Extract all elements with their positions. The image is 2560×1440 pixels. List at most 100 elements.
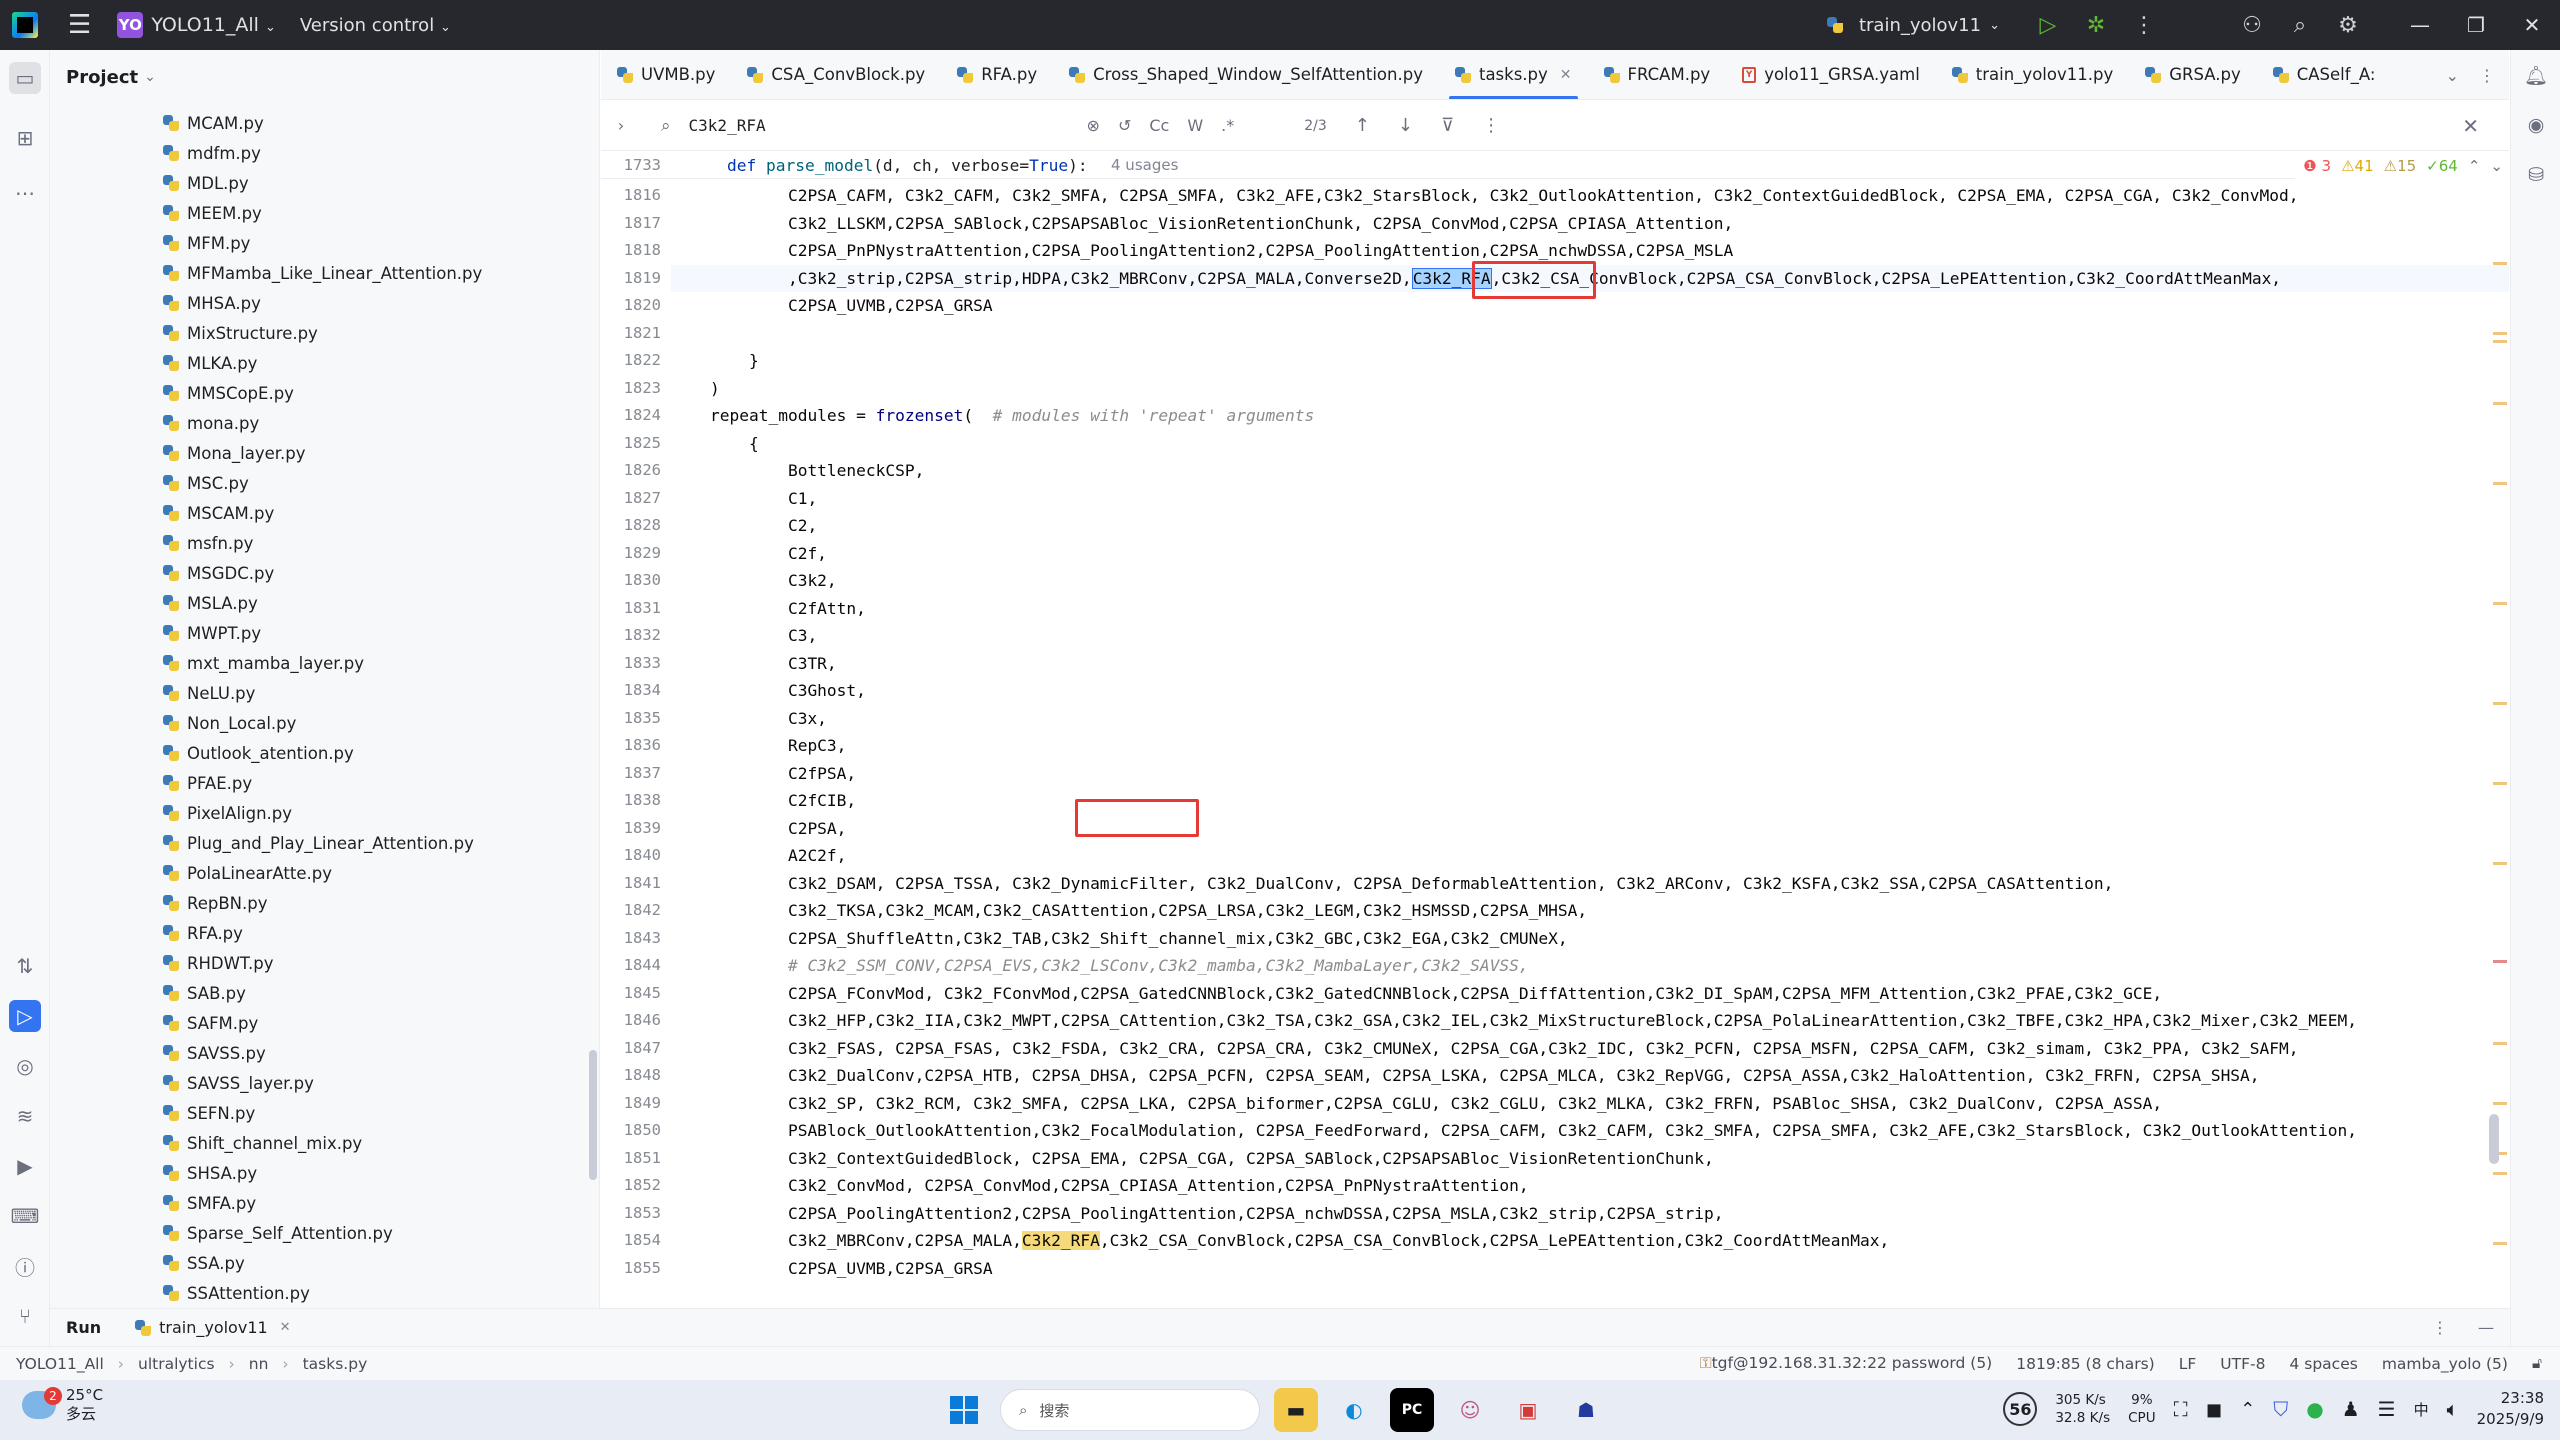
code-line[interactable]: BottleneckCSP, (671, 457, 2509, 485)
stripe-marker[interactable] (2493, 1172, 2507, 1175)
wifi-icon[interactable]: ☰ (2378, 1397, 2396, 1421)
file-item[interactable]: mona.py (50, 408, 599, 438)
file-item[interactable]: SHSA.py (50, 1158, 599, 1188)
taskbar-search[interactable]: ⌕ 搜索 (1000, 1389, 1260, 1431)
file-item[interactable]: NeLU.py (50, 678, 599, 708)
code-line[interactable]: A2C2f, (671, 842, 2509, 870)
code-line[interactable]: repeat_modules = frozenset( # modules wi… (671, 402, 2509, 430)
file-item[interactable]: MWPT.py (50, 618, 599, 648)
file-item[interactable]: SEFN.py (50, 1098, 599, 1128)
breadcrumb-item[interactable]: ultralytics (138, 1355, 215, 1373)
words-toggle[interactable]: W (1187, 116, 1203, 135)
stripe-marker[interactable] (2493, 1242, 2507, 1245)
file-item[interactable]: SSAttention.py (50, 1278, 599, 1308)
file-item[interactable]: Plug_and_Play_Linear_Attention.py (50, 828, 599, 858)
snipping-icon[interactable]: ⛶ (2174, 1397, 2188, 1421)
ai-assistant-icon[interactable]: ◉ (2523, 112, 2549, 138)
code-line[interactable]: RepC3, (671, 732, 2509, 760)
code-line[interactable]: C3, (671, 622, 2509, 650)
file-explorer-icon[interactable]: ▬ (1274, 1388, 1318, 1432)
file-item[interactable]: Outlook_atention.py (50, 738, 599, 768)
code-line[interactable]: C3k2, (671, 567, 2509, 595)
inspection-widget[interactable]: ❶ 3 ⚠41 ⚠15 ✓64 ⌃ ⌄ (2295, 152, 2503, 179)
code-line[interactable]: PSABlock_OutlookAttention,C3k2_FocalModu… (671, 1117, 2509, 1145)
file-item[interactable]: SAB.py (50, 978, 599, 1008)
stripe-marker[interactable] (2493, 782, 2507, 785)
tab-grsa-py[interactable]: GRSA.py (2129, 50, 2257, 99)
weather-widget[interactable]: 2 25°C 多云 (22, 1386, 103, 1424)
run-tool-icon[interactable]: ▷ (9, 1000, 41, 1032)
code-editor[interactable]: 1733 def parse_model(d, ch, verbose=True… (601, 152, 2509, 1308)
code-line[interactable]: C2f, (671, 540, 2509, 568)
main-menu-icon[interactable]: ☰ (68, 10, 91, 40)
file-item[interactable]: MixStructure.py (50, 318, 599, 348)
code-line[interactable]: C2PSA_FConvMod, C3k2_FConvMod,C2PSA_Gate… (671, 980, 2509, 1008)
code-line[interactable]: C3k2_ConvMod, C2PSA_ConvMod,C2PSA_CPIASA… (671, 1172, 2509, 1200)
close-tab-icon[interactable]: ✕ (1560, 67, 1572, 83)
file-item[interactable]: MFM.py (50, 228, 599, 258)
problems-icon[interactable]: ⓘ (9, 1250, 41, 1282)
find-more-icon[interactable]: ⋮ (1482, 115, 1500, 136)
tab-uvmb-py[interactable]: UVMB.py (601, 50, 731, 99)
close-window-button[interactable]: ✕ (2504, 13, 2560, 37)
restore-button[interactable]: ❐ (2448, 13, 2504, 37)
search-history-icon[interactable]: ↺ (1118, 116, 1131, 135)
code-line[interactable]: C1, (671, 485, 2509, 513)
code-line[interactable]: C3k2_DSAM, C2PSA_TSSA, C3k2_DynamicFilte… (671, 870, 2509, 898)
next-match-icon[interactable]: ↓ (1398, 115, 1413, 136)
regex-toggle[interactable]: .* (1221, 116, 1234, 135)
run-options-icon[interactable]: ⋮ (2432, 1318, 2448, 1337)
code-line[interactable]: C3TR, (671, 650, 2509, 678)
stripe-marker[interactable] (2493, 862, 2507, 865)
more-tools-icon[interactable]: … (9, 172, 41, 204)
file-item[interactable]: Shift_channel_mix.py (50, 1128, 599, 1158)
file-item[interactable]: MSGDC.py (50, 558, 599, 588)
code-line[interactable]: C2, (671, 512, 2509, 540)
find-input[interactable]: C3k2_RFA (689, 116, 1069, 135)
chevron-up-icon[interactable]: ⌃ (2240, 1399, 2255, 1420)
run-tab[interactable]: train_yolov11 ✕ (135, 1318, 291, 1337)
file-item[interactable]: Sparse_Self_Attention.py (50, 1218, 599, 1248)
tab-rfa-py[interactable]: RFA.py (941, 50, 1053, 99)
code-line[interactable]: C3Ghost, (671, 677, 2509, 705)
breadcrumb-item[interactable]: nn (249, 1355, 269, 1373)
file-item[interactable]: MSC.py (50, 468, 599, 498)
code-line[interactable]: C3k2_ContextGuidedBlock, C2PSA_EMA, C2PS… (671, 1145, 2509, 1173)
expand-replace-icon[interactable]: › (601, 116, 641, 135)
file-item[interactable]: MMSCopE.py (50, 378, 599, 408)
stripe-marker[interactable] (2493, 402, 2507, 405)
close-icon[interactable]: ✕ (280, 1320, 291, 1335)
file-item[interactable]: msfn.py (50, 528, 599, 558)
code-line[interactable]: C2PSA_UVMB,C2PSA_GRSA (671, 1255, 2509, 1283)
next-highlight-icon[interactable]: ⌄ (2490, 157, 2503, 175)
run-label[interactable]: Run (66, 1318, 101, 1337)
file-item[interactable]: MCAM.py (50, 108, 599, 138)
tab-cross-shaped-window-selfattention-py[interactable]: Cross_Shaped_Window_SelfAttention.py (1053, 50, 1439, 99)
add-user-icon[interactable]: ⚇ (2228, 13, 2276, 38)
usages-hint[interactable]: 4 usages (1111, 152, 1178, 179)
stripe-marker[interactable] (2493, 482, 2507, 485)
line-separator[interactable]: LF (2179, 1355, 2197, 1373)
sticky-header[interactable]: 1733 def parse_model(d, ch, verbose=True… (601, 152, 2481, 179)
debug-icon[interactable]: ✲ (2072, 13, 2120, 38)
avatar-app-icon[interactable]: ☺ (1448, 1388, 1492, 1432)
file-item[interactable]: SAFM.py (50, 1008, 599, 1038)
python-interpreter[interactable]: mamba_yolo (5) (2382, 1355, 2508, 1373)
file-item[interactable]: RFA.py (50, 918, 599, 948)
file-item[interactable]: mdfm.py (50, 138, 599, 168)
code-line[interactable]: } (671, 347, 2509, 375)
code-line[interactable]: { (671, 430, 2509, 458)
code-line[interactable]: C2PSA_CAFM, C3k2_CAFM, C3k2_SMFA, C2PSA_… (671, 182, 2509, 210)
stripe-marker[interactable] (2493, 1102, 2507, 1105)
project-panel-header[interactable]: Project ⌄ (50, 50, 599, 104)
code-line[interactable]: C3k2_DualConv,C2PSA_HTB, C2PSA_DHSA, C2P… (671, 1062, 2509, 1090)
file-item[interactable]: MFMamba_Like_Linear_Attention.py (50, 258, 599, 288)
file-item[interactable]: PFAE.py (50, 768, 599, 798)
ime-indicator[interactable]: 中 (2414, 1399, 2429, 1420)
chevron-down-icon[interactable]: ⌄ (2446, 66, 2459, 85)
breadcrumb-item[interactable]: YOLO11_All (16, 1355, 104, 1373)
stripe-marker[interactable] (2493, 602, 2507, 605)
editor-scrollbar[interactable] (2489, 1114, 2499, 1164)
caret-position[interactable]: 1819:85 (8 chars) (2016, 1355, 2155, 1373)
project-switcher[interactable]: YOLO11_All ⌄ (151, 14, 276, 36)
